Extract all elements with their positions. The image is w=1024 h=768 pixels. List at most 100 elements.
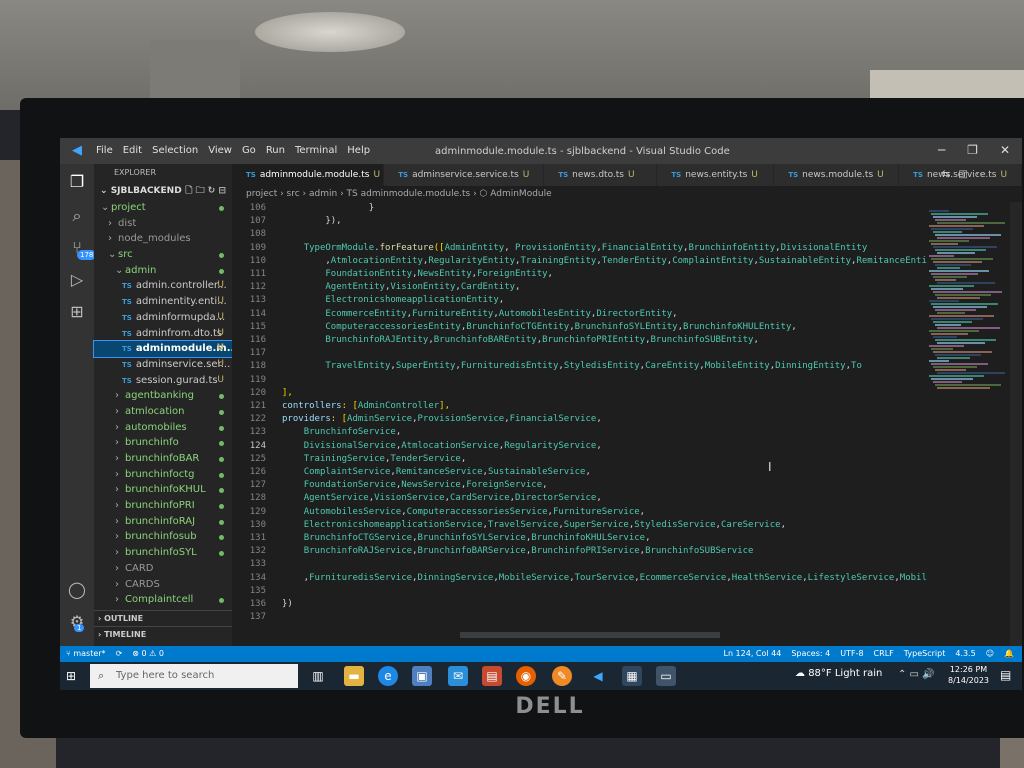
code-line[interactable]: 131 BrunchinfoCTGService,BrunchinfoSYLSe… [232, 532, 651, 545]
code-line[interactable]: 113 ElectronicshomeapplicationEntity, [232, 294, 504, 307]
more-actions-icon[interactable]: ⋯ [976, 169, 986, 180]
photos-icon[interactable]: ▦ [622, 666, 642, 686]
split-editor-icon[interactable]: ◫ [958, 169, 967, 180]
code-editor[interactable]: 106 } 107 }), 108 109 TypeOrmModule.forFeat… [232, 202, 927, 646]
editor-tab[interactable]: TS news.module.ts U [774, 164, 900, 186]
code-line[interactable]: 107 }), [232, 215, 342, 228]
mail-icon[interactable]: ✉ [448, 666, 468, 686]
code-line[interactable]: 120], [232, 387, 293, 400]
run-debug-icon[interactable]: ▷ [67, 270, 87, 290]
code-line[interactable]: 133 [232, 558, 282, 571]
explorer-icon[interactable]: ❐ [67, 172, 87, 192]
line-ending[interactable]: CRLF [874, 646, 894, 662]
restore-icon[interactable]: ❐ [967, 143, 978, 157]
code-line[interactable]: 115 ComputeraccessoriesEntity,Brunchinfo… [232, 321, 797, 334]
code-line[interactable]: 130 ElectronicshomeapplicationService,Tr… [232, 519, 786, 532]
code-line[interactable]: 117 [232, 347, 282, 360]
folder-item[interactable]: › CARD [94, 561, 232, 577]
code-line[interactable]: 119 [232, 374, 282, 387]
ts-version[interactable]: 4.3.5 [955, 646, 975, 662]
task-view-icon[interactable]: ▥ [308, 666, 328, 686]
folder-item[interactable]: › brunchinfoSYL [94, 545, 232, 561]
file-item[interactable]: TS adminentity.enti... U [94, 294, 232, 310]
vscode-taskbar-icon[interactable]: ◀ [588, 666, 608, 686]
code-line[interactable]: 123 BrunchinfoService, [232, 426, 402, 439]
taskbar-clock[interactable]: 12:26 PM 8/14/2023 [948, 664, 989, 686]
menu-help[interactable]: Help [347, 145, 370, 156]
folder-item[interactable]: › node_modules [94, 231, 232, 247]
timeline-section[interactable]: › TIMELINE [94, 626, 236, 643]
problems-indicator[interactable]: ⊗ 0 ⚠ 0 [132, 646, 164, 662]
menu-go[interactable]: Go [242, 145, 256, 156]
compare-icon[interactable]: ⇆ [942, 169, 950, 180]
active-window-icon[interactable]: ▭ [656, 666, 676, 686]
code-line[interactable]: 111 FoundationEntity,NewsEntity,ForeignE… [232, 268, 553, 281]
system-tray[interactable]: ⌃ ▭ 🔊 [898, 669, 935, 680]
code-line[interactable]: 114 EcommerceEntity,FurnitureEntity,Auto… [232, 308, 678, 321]
minimize-icon[interactable]: ─ [938, 143, 945, 157]
code-line[interactable]: 125 TrainingService,TenderService, [232, 453, 467, 466]
code-line[interactable]: 106 } [232, 202, 374, 215]
code-line[interactable]: 127 FoundationService,NewsService,Foreig… [232, 479, 548, 492]
folder-item[interactable]: ⌄ project [94, 200, 232, 216]
taskbar-search[interactable]: ⌕ Type here to search [90, 664, 298, 688]
code-line[interactable]: 109 TypeOrmModule.forFeature([AdminEntit… [232, 242, 868, 255]
project-root[interactable]: ⌄ SJBLBACKEND 🗋 🗀 ↻ ⊟ [94, 182, 232, 200]
menu-file[interactable]: File [96, 145, 113, 156]
file-item[interactable]: TS adminservice.ser... U [94, 357, 232, 373]
folder-item[interactable]: › brunchinfo [94, 435, 232, 451]
branch-indicator[interactable]: ⑂ master* [66, 646, 106, 662]
code-line[interactable]: 112 AgentEntity,VisionEntity,CardEntity, [232, 281, 521, 294]
code-line[interactable]: 124 DivisionalService,AtmlocationService… [232, 440, 602, 453]
encoding[interactable]: UTF-8 [840, 646, 863, 662]
folder-item[interactable]: › brunchinfoBAR [94, 451, 232, 467]
horizontal-scrollbar[interactable] [460, 632, 720, 638]
close-icon[interactable]: ✕ [1000, 143, 1010, 157]
code-line[interactable]: 116 BrunchinfoRAJEntity,BrunchinfoBAREnt… [232, 334, 759, 347]
breadcrumb[interactable]: project › src › admin › TS adminmodule.m… [232, 186, 1022, 202]
code-line[interactable]: 135 [232, 585, 282, 598]
indentation[interactable]: Spaces: 4 [791, 646, 830, 662]
code-line[interactable]: 118 TravelEntity,SuperEntity,Furnituredi… [232, 360, 862, 373]
file-item[interactable]: TS adminmodule.m... U [93, 340, 233, 358]
folder-item[interactable]: › CARDS [94, 577, 232, 593]
folder-item[interactable]: › atmlocation [94, 404, 232, 420]
weather-widget[interactable]: ☁ 88°F Light rain [795, 668, 882, 679]
file-item[interactable]: TS adminfrom.dto.ts U [94, 326, 232, 342]
notification-center-icon[interactable]: ▤ [1000, 668, 1011, 682]
folder-item[interactable]: ⌄ admin [94, 263, 232, 279]
folder-item[interactable]: › dist [94, 216, 232, 232]
code-line[interactable]: 128 AgentService,VisionService,CardServi… [232, 492, 602, 505]
folder-item[interactable]: › brunchinfoctg [94, 467, 232, 483]
file-item[interactable]: TS admin.controller... U [94, 278, 232, 294]
editor-tab[interactable]: TS news.dto.ts U [544, 164, 658, 186]
notifications-bell-icon[interactable]: 🔔 [1004, 646, 1014, 662]
menu-view[interactable]: View [208, 145, 232, 156]
language-mode[interactable]: TypeScript [904, 646, 946, 662]
editor-tab[interactable]: TSadminmodule.module.tsU✕ [232, 164, 385, 186]
postman-icon[interactable]: ✎ [552, 666, 572, 686]
folder-item[interactable]: › Complaintcell [94, 592, 232, 608]
code-line[interactable]: 136}) [232, 598, 293, 611]
code-line[interactable]: 110 ,AtmlocationEntity,RegularityEntity,… [232, 255, 927, 268]
menu-edit[interactable]: Edit [123, 145, 142, 156]
outline-section[interactable]: › OUTLINE [94, 610, 236, 627]
cursor-position[interactable]: Ln 124, Col 44 [723, 646, 781, 662]
folder-item[interactable]: › automobiles [94, 420, 232, 436]
accounts-icon[interactable]: ◯ [67, 580, 87, 600]
folder-item[interactable]: › brunchinfoKHUL [94, 482, 232, 498]
menu-terminal[interactable]: Terminal [295, 145, 337, 156]
extensions-icon[interactable]: ⊞ [67, 302, 87, 322]
code-line[interactable]: 134 ,FurnituredisService,DinningService,… [232, 572, 927, 585]
folder-item[interactable]: › brunchinfoPRI [94, 498, 232, 514]
explorer-tools[interactable]: 🗋 🗀 ↻ ⊟ [185, 182, 226, 200]
search-icon[interactable]: ⌕ [67, 206, 87, 226]
firefox-icon[interactable]: ◉ [516, 666, 536, 686]
file-item[interactable]: TS session.gurad.ts U [94, 373, 232, 389]
code-line[interactable]: 122 providers: [AdminService,ProvisionSer… [232, 413, 602, 426]
feedback-icon[interactable]: ☺ [986, 646, 994, 662]
file-item[interactable]: TS adminformupda... U [94, 310, 232, 326]
folder-item[interactable]: ⌄ src [94, 247, 232, 263]
editor-tab[interactable]: TS news.entity.ts U [657, 164, 775, 186]
code-line[interactable]: 108 [232, 228, 282, 241]
